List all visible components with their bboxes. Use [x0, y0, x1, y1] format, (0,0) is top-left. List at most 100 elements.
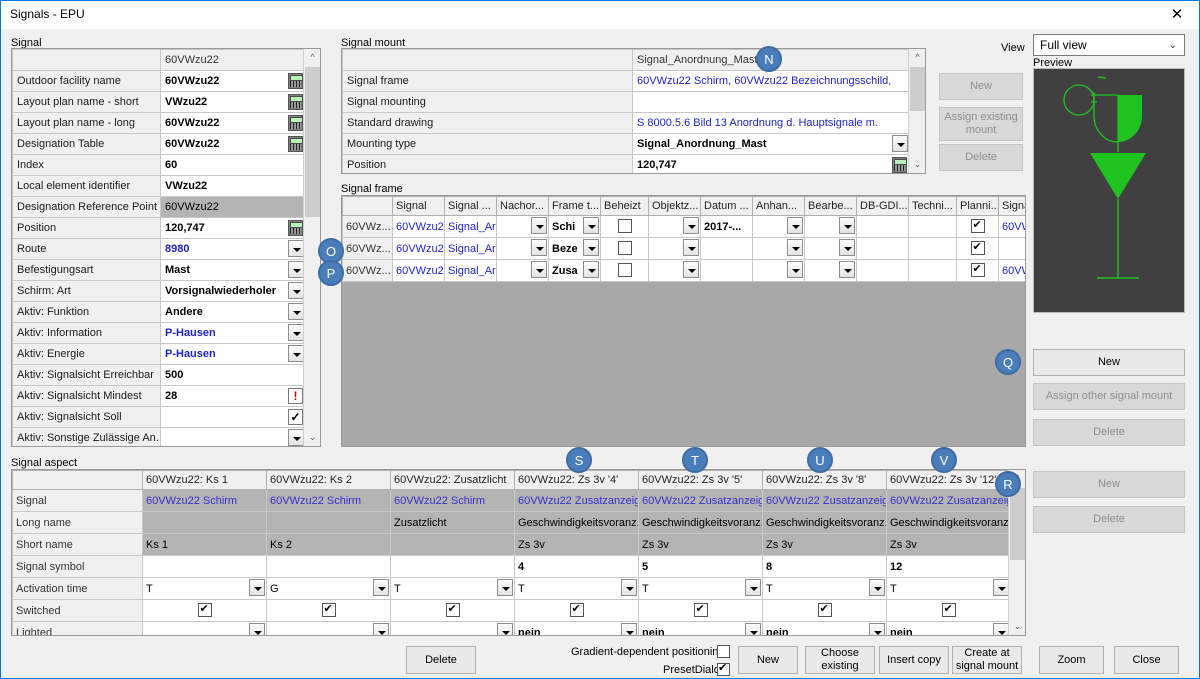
- chevron-down-icon[interactable]: [892, 135, 908, 152]
- mount-row-value[interactable]: [632, 91, 910, 113]
- signal-row-value[interactable]: 60VWzu22: [160, 133, 306, 155]
- frame-cell[interactable]: [956, 259, 999, 282]
- chevron-down-icon[interactable]: [531, 239, 547, 256]
- chevron-down-icon[interactable]: [583, 217, 599, 234]
- table-row[interactable]: Signal frame 60VWzu22 Schirm, 60VWzu22 Be…: [342, 70, 910, 92]
- table-row[interactable]: Signal symbol 4 5 8 12: [12, 555, 1010, 578]
- aspect-cell[interactable]: [886, 599, 1010, 622]
- aspect-cell[interactable]: Ks 1: [142, 533, 267, 556]
- table-row[interactable]: Aktiv: Signalsicht Mindest 28!: [12, 385, 306, 407]
- signal-row-value[interactable]: 60VWzu22: [160, 70, 306, 92]
- bottom-insert-copy-button[interactable]: Insert copy: [879, 646, 949, 674]
- chevron-down-icon[interactable]: [497, 579, 513, 596]
- chevron-down-icon[interactable]: [288, 324, 304, 341]
- table-row[interactable]: Route 8980: [12, 238, 306, 260]
- signal-row-value[interactable]: 500: [160, 364, 306, 386]
- frame-col-header[interactable]: Datum ...: [700, 196, 753, 216]
- chevron-down-icon[interactable]: [373, 623, 389, 635]
- table-row[interactable]: Position 120,747: [12, 217, 306, 239]
- aspect-cell-checkbox[interactable]: [817, 602, 832, 617]
- frame-cell-checkbox[interactable]: [617, 263, 632, 277]
- table-row[interactable]: Designation Table 60VWzu22: [12, 133, 306, 155]
- bottom-create-at-signal-mount-button[interactable]: Create at signal mount: [952, 646, 1022, 674]
- frame-cell[interactable]: [804, 237, 857, 260]
- aspect-cell[interactable]: 8: [762, 555, 887, 578]
- scroll-down-icon[interactable]: ⌄: [909, 156, 925, 173]
- aspect-cell[interactable]: [390, 621, 515, 635]
- table-row[interactable]: Mounting type Signal_Anordnung_Mast: [342, 133, 910, 155]
- frame-cell[interactable]: [804, 259, 857, 282]
- scroll-down-icon[interactable]: ⌄: [1009, 618, 1025, 635]
- chevron-down-icon[interactable]: [839, 261, 855, 278]
- frame-cell[interactable]: 60VWzu2: [998, 259, 1025, 282]
- frame-cell[interactable]: [496, 259, 549, 282]
- scroll-thumb[interactable]: [1010, 488, 1025, 560]
- table-row[interactable]: 60VWz... 60VWzu2 Signal_Ar Schi 2017-... 60VW…: [342, 215, 1025, 238]
- table-row[interactable]: Switched: [12, 599, 1010, 622]
- frame-cell-checkbox[interactable]: [970, 262, 985, 277]
- frame-col-header[interactable]: Techni...: [908, 196, 957, 216]
- chevron-down-icon[interactable]: [787, 239, 803, 256]
- table-row[interactable]: Short name Ks 1 Ks 2 Zs 3v Zs 3v Zs 3v Zs 3v: [12, 533, 1010, 556]
- chevron-down-icon[interactable]: [583, 261, 599, 278]
- frame-cell[interactable]: 60VWz...: [342, 259, 393, 282]
- table-row[interactable]: Layout plan name - short VWzu22: [12, 91, 306, 113]
- frame-col-header[interactable]: Signal ...: [998, 196, 1025, 216]
- aspect-cell[interactable]: [266, 511, 391, 534]
- table-row[interactable]: Aktiv: Sonstige Zulässige An...: [12, 427, 306, 446]
- frame-new-button[interactable]: New: [1033, 349, 1185, 376]
- mount-row-value[interactable]: 120,747: [632, 154, 910, 173]
- calculator-icon[interactable]: [892, 157, 907, 173]
- aspect-cell[interactable]: [142, 621, 267, 635]
- signal-mount-grid[interactable]: Signal_Anordnung_Mast Signal frame 60VWzu2…: [341, 48, 926, 174]
- scroll-thumb[interactable]: [910, 67, 925, 111]
- aspect-cell-checkbox[interactable]: [693, 602, 708, 617]
- table-row[interactable]: Befestigungsart Mast: [12, 259, 306, 281]
- aspect-cell-checkbox[interactable]: [321, 602, 336, 617]
- aspect-cell[interactable]: Zusatzlicht: [390, 511, 515, 534]
- aspect-cell[interactable]: Geschwindigkeitsvoranz...: [762, 511, 887, 534]
- chevron-down-icon[interactable]: [839, 239, 855, 256]
- frame-cell[interactable]: [998, 237, 1025, 260]
- frame-cell-checkbox[interactable]: [617, 241, 632, 255]
- aspect-cell[interactable]: [142, 555, 267, 578]
- frame-cell[interactable]: 60VWzu2: [392, 215, 445, 238]
- table-row[interactable]: Aktiv: Signalsicht Erreichbar 500: [12, 364, 306, 386]
- aspect-cell-checkbox[interactable]: [197, 602, 212, 617]
- preset-dialog-checkbox[interactable]: [717, 661, 730, 676]
- calculator-icon[interactable]: [288, 73, 303, 89]
- table-row[interactable]: Signal 60VWzu22 Schirm 60VWzu22 Schirm 60VW…: [12, 489, 1010, 512]
- chevron-down-icon[interactable]: [288, 429, 304, 446]
- signal-row-value[interactable]: 28!: [160, 385, 306, 407]
- aspect-cell[interactable]: G: [266, 577, 391, 600]
- mount-row-value[interactable]: S 8000.5.6 Bild 13 Anordnung d. Hauptsig…: [632, 112, 910, 134]
- frame-cell[interactable]: [496, 237, 549, 260]
- chevron-down-icon[interactable]: [683, 239, 699, 256]
- signal-row-value[interactable]: 60VWzu22: [160, 196, 306, 218]
- aspect-cell[interactable]: 60VWzu22 Zusatzanzeiger: [762, 489, 887, 512]
- frame-col-header[interactable]: Beheizt: [600, 196, 649, 216]
- mount-new-button[interactable]: New: [939, 73, 1023, 100]
- chevron-down-icon[interactable]: [683, 261, 699, 278]
- aspect-cell[interactable]: [266, 621, 391, 635]
- frame-cell[interactable]: [752, 237, 805, 260]
- aspect-cell[interactable]: T: [638, 577, 763, 600]
- signal-row-value[interactable]: 60VWzu22: [160, 112, 306, 134]
- frame-col-header[interactable]: Objektz...: [648, 196, 701, 216]
- calculator-icon[interactable]: [288, 136, 303, 152]
- aspect-cell[interactable]: 12: [886, 555, 1010, 578]
- signal-row-value[interactable]: Vorsignalwiederholer: [160, 280, 306, 302]
- signal-row-value[interactable]: P-Hausen: [160, 322, 306, 344]
- signal-row-value[interactable]: Andere: [160, 301, 306, 323]
- frame-cell-checkbox[interactable]: [970, 218, 985, 233]
- frame-cell[interactable]: [600, 237, 649, 260]
- aspect-cell[interactable]: Zs 3v: [886, 533, 1010, 556]
- aspect-cell[interactable]: T: [390, 577, 515, 600]
- bottom-zoom-button[interactable]: Zoom: [1039, 646, 1104, 674]
- chevron-down-icon[interactable]: [288, 240, 304, 257]
- frame-cell-checkbox[interactable]: [617, 219, 632, 233]
- aspect-cell[interactable]: T: [762, 577, 887, 600]
- table-row[interactable]: Aktiv: Signalsicht Soll ✓: [12, 406, 306, 428]
- chevron-down-icon[interactable]: [249, 623, 265, 635]
- chevron-down-icon[interactable]: [497, 623, 513, 635]
